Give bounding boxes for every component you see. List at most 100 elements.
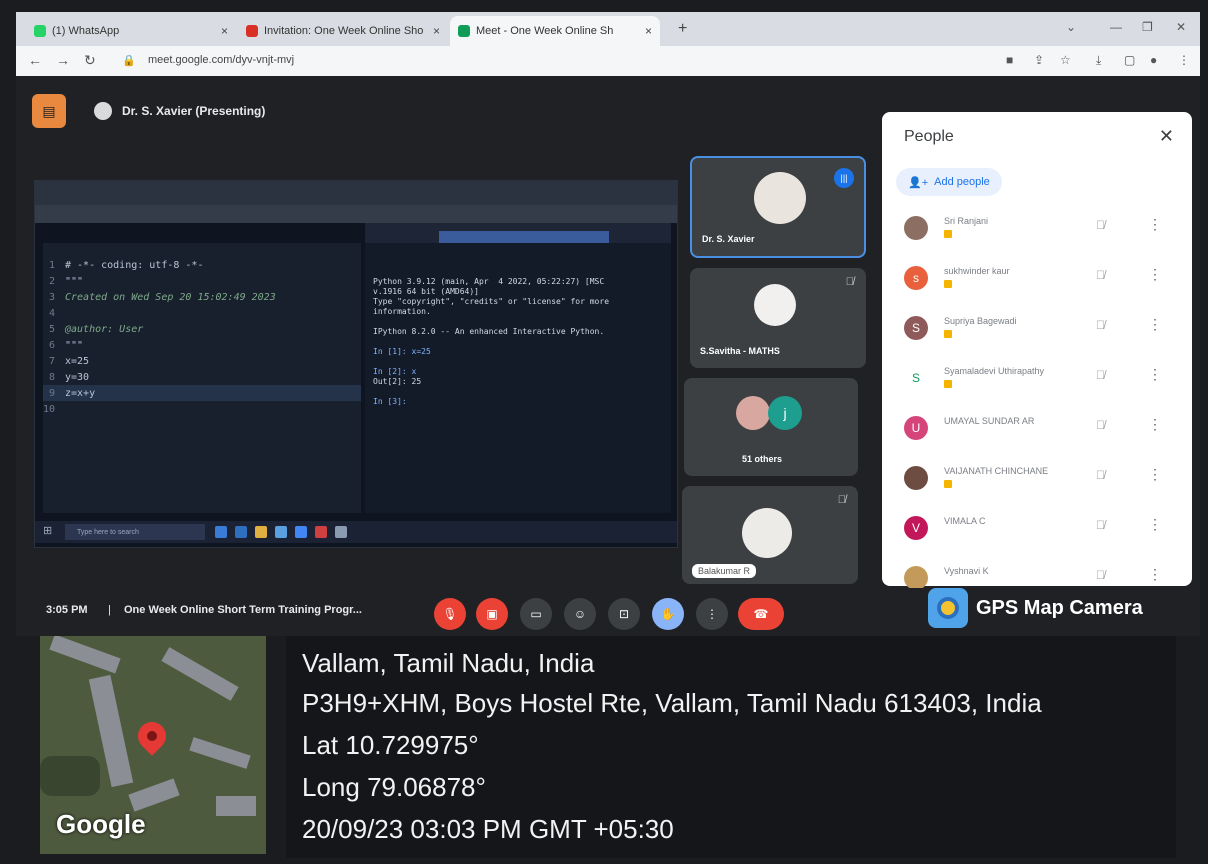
avatar: j	[768, 396, 802, 430]
avatar	[742, 508, 792, 558]
tab-whatsapp[interactable]: (1) WhatsApp ×	[26, 16, 236, 46]
menu-icon[interactable]: ⋮	[1178, 53, 1190, 67]
map-thumbnail: Google	[40, 636, 266, 854]
close-icon[interactable]: ✕	[1159, 126, 1174, 147]
add-people-button[interactable]: 👤+ Add people	[896, 168, 1002, 196]
console-line: IPython 8.2.0 -- An enhanced Interactive…	[373, 327, 605, 336]
participant-tile-others[interactable]: j 51 others	[684, 378, 858, 476]
forward-icon[interactable]: →	[56, 52, 70, 68]
windows-start-icon[interactable]: ⊞	[43, 524, 52, 537]
add-person-icon: 👤+	[908, 176, 929, 189]
more-options-icon[interactable]: ⋮	[1148, 216, 1162, 233]
present-button[interactable]: ⊡	[608, 598, 640, 630]
ide-toolbar	[35, 205, 677, 223]
new-tab-button[interactable]: +	[678, 20, 687, 38]
code-line[interactable]: 3 Created on Wed Sep 20 15:02:49 2023	[43, 289, 361, 305]
code-text: """	[65, 339, 84, 351]
tile-name: 51 others	[742, 454, 783, 464]
taskbar-search-box[interactable]: Type here to search	[65, 524, 205, 540]
participant-name: Vyshnavi K	[944, 566, 989, 576]
code-line[interactable]: 2 """	[43, 273, 361, 289]
url-field[interactable]: meet.google.com/dyv-vnjt-mvj	[148, 54, 294, 66]
lock-icon: 🔒	[122, 55, 136, 67]
tab-search-icon[interactable]: ⌄	[1066, 20, 1076, 34]
meeting-time: 3:05 PM	[46, 604, 88, 616]
folder-icon[interactable]	[255, 526, 267, 538]
participant-tile[interactable]: 🎙̸ Balakumar R	[682, 486, 858, 584]
restore-icon[interactable]: ❐	[1142, 20, 1153, 34]
line-number: 2	[48, 275, 55, 287]
back-icon[interactable]: ←	[28, 52, 42, 68]
chrome-icon[interactable]	[295, 526, 307, 538]
app-icon[interactable]	[315, 526, 327, 538]
participant-tile-presenter[interactable]: ||| Dr. S. Xavier	[690, 156, 866, 258]
code-text: # -*- coding: utf-8 -*-	[65, 259, 204, 271]
more-options-icon[interactable]: ⋮	[1148, 266, 1162, 283]
participant-name: sukhwinder kaur	[944, 266, 1010, 276]
task-view-icon[interactable]	[215, 526, 227, 538]
participant-row[interactable]: Sri Ranjani 🎙̸ ⋮	[900, 208, 1180, 252]
close-tab-icon[interactable]: ×	[221, 24, 228, 38]
code-line[interactable]: 4	[43, 305, 361, 321]
more-options-icon[interactable]: ⋮	[1148, 566, 1162, 583]
code-line[interactable]: 8 y=30	[43, 369, 361, 385]
participant-row[interactable]: VAIJANATH CHINCHANE 🎙̸ ⋮	[900, 458, 1180, 502]
close-tab-icon[interactable]: ×	[433, 24, 440, 38]
tab-gmail[interactable]: Invitation: One Week Online Sho ×	[238, 16, 448, 46]
participant-row[interactable]: s sukhwinder kaur 🎙̸ ⋮	[900, 258, 1180, 302]
emoji-button[interactable]: ☺	[564, 598, 596, 630]
camera-indicator-icon[interactable]: ■	[1006, 53, 1013, 67]
mic-off-button[interactable]: 🎙	[434, 598, 466, 630]
code-editor[interactable]: 1 # -*- coding: utf-8 -*- 2 """ 3 Created on …	[43, 243, 361, 513]
bookmark-star-icon[interactable]: ☆	[1060, 53, 1071, 67]
more-options-icon[interactable]: ⋮	[1148, 466, 1162, 483]
camera-off-button[interactable]: ▣	[476, 598, 508, 630]
spyder-icon[interactable]	[335, 526, 347, 538]
presentation-icon[interactable]: ▤	[32, 94, 66, 128]
leave-call-button[interactable]: ☎	[738, 598, 784, 630]
close-window-icon[interactable]: ✕	[1176, 20, 1186, 34]
code-line[interactable]: 9 z=x+y	[43, 385, 361, 401]
more-options-icon[interactable]: ⋮	[1148, 516, 1162, 533]
participant-row[interactable]: V VIMALA C 🎙̸ ⋮	[900, 508, 1180, 552]
mic-off-icon: 🎙̸	[1096, 518, 1105, 532]
reload-icon[interactable]: ↻	[84, 52, 96, 69]
download-icon[interactable]: ⤓	[1096, 53, 1101, 68]
console-line: In [1]: x=25	[373, 347, 431, 356]
participant-row[interactable]: S Syamaladevi Uthirapathy 🎙̸ ⋮	[900, 358, 1180, 402]
ide-titlebar	[35, 181, 677, 205]
share-icon[interactable]: ⇪	[1034, 53, 1044, 67]
code-text: """	[65, 275, 84, 287]
more-options-button[interactable]: ⋮	[696, 598, 728, 630]
code-line[interactable]: 6 """	[43, 337, 361, 353]
minimize-icon[interactable]: —	[1110, 20, 1122, 34]
tab-meet[interactable]: Meet - One Week Online Sh ×	[450, 16, 660, 46]
console-line: In [3]:	[373, 397, 407, 406]
more-options-icon[interactable]: ⋮	[1148, 316, 1162, 333]
more-options-icon[interactable]: ⋮	[1148, 416, 1162, 433]
edge-icon[interactable]	[235, 526, 247, 538]
avatar: S	[904, 366, 928, 390]
more-options-icon[interactable]: ⋮	[1148, 366, 1162, 383]
participant-row[interactable]: U UMAYAL SUNDAR AR 🎙̸ ⋮	[900, 408, 1180, 452]
code-line[interactable]: 7 x=25	[43, 353, 361, 369]
code-line[interactable]: 10	[43, 401, 361, 417]
close-tab-icon[interactable]: ×	[645, 24, 652, 38]
participant-row[interactable]: S Supriya Bagewadi 🎙̸ ⋮	[900, 308, 1180, 352]
code-line[interactable]: 1 # -*- coding: utf-8 -*-	[43, 257, 361, 273]
ipython-console[interactable]: Python 3.9.12 (main, Apr 4 2022, 05:22:2…	[365, 243, 671, 513]
raise-hand-button[interactable]: ✋	[652, 598, 684, 630]
mic-off-icon: 🎙̸	[1096, 568, 1105, 582]
console-line: information.	[373, 307, 431, 316]
sidebar-icon[interactable]: ▢	[1124, 53, 1135, 67]
captions-button[interactable]: ▭	[520, 598, 552, 630]
code-text: x=25	[65, 355, 90, 367]
separator: |	[108, 604, 111, 616]
profile-icon[interactable]: ●	[1150, 53, 1157, 67]
participant-tile[interactable]: 🎙̸ S.Savitha - MATHS	[690, 268, 866, 368]
code-line[interactable]: 5 @author: User	[43, 321, 361, 337]
host-badge-icon	[944, 330, 952, 338]
store-icon[interactable]	[275, 526, 287, 538]
console-line: In [2]: x	[373, 367, 417, 376]
